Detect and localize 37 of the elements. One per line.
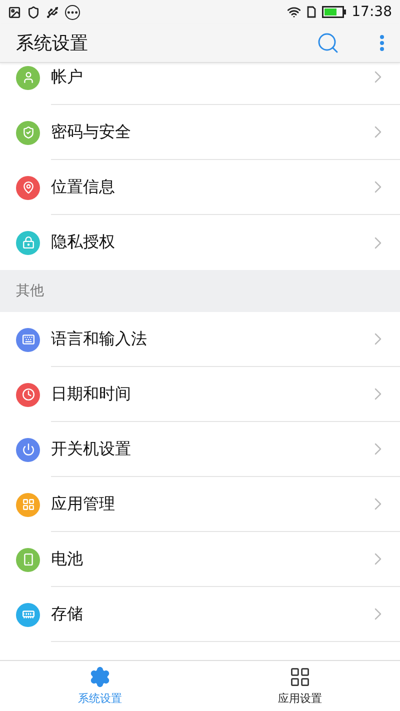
settings-item[interactable]: 语言和输入法 (0, 312, 400, 367)
settings-item[interactable]: 密码与安全 (0, 105, 400, 160)
grid-icon (289, 666, 311, 688)
settings-item[interactable]: 帐户 (0, 63, 400, 105)
wifi-icon (286, 5, 301, 19)
search-icon (316, 31, 340, 55)
item-label: 语言和输入法 (51, 328, 148, 350)
usb-icon (46, 6, 59, 18)
sim-icon (306, 6, 316, 18)
search-button[interactable] (316, 31, 340, 55)
more-icon (380, 35, 384, 51)
section-header: 其他 (0, 270, 400, 312)
settings-item[interactable]: 存储 (0, 587, 400, 642)
settings-item[interactable]: 隐私授权 (0, 215, 400, 270)
settings-item[interactable]: 位置信息 (0, 160, 400, 215)
settings-item[interactable]: 日期和时间 (0, 367, 400, 422)
status-time: 17:38 (352, 4, 392, 20)
item-label: 隐私授权 (51, 232, 116, 253)
more-options-button[interactable] (380, 35, 384, 51)
battery-icon (322, 6, 346, 18)
settings-icon (89, 666, 111, 688)
item-label: 位置信息 (51, 176, 116, 198)
item-label: 应用管理 (51, 494, 116, 514)
settings-item[interactable]: 应用管理 (0, 477, 400, 532)
shield-icon (27, 6, 40, 18)
settings-item[interactable]: 电池 (0, 532, 400, 587)
item-label: 帐户 (51, 66, 84, 88)
item-label: 开关机设置 (51, 438, 132, 460)
settings-item[interactable]: 开关机设置 (0, 422, 400, 477)
item-label: 存储 (51, 604, 84, 624)
item-label: 密码与安全 (51, 122, 132, 142)
more-icon (65, 4, 80, 20)
nav-tab[interactable]: 应用设置 (200, 661, 400, 711)
item-label: 电池 (51, 548, 84, 570)
screen-title: 系统设置 (16, 32, 89, 55)
item-label: 日期和时间 (51, 384, 132, 404)
gallery-icon (8, 6, 21, 18)
